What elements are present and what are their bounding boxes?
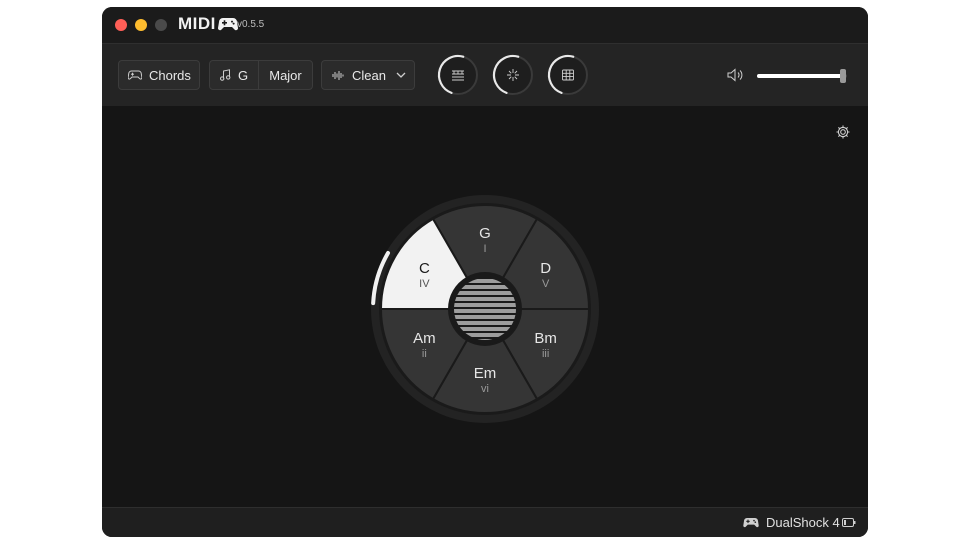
chord-numeral: iii <box>542 348 549 360</box>
knob-grid[interactable] <box>546 53 590 97</box>
scale-button[interactable]: Major <box>259 61 312 89</box>
chord-numeral: I <box>483 243 486 255</box>
gear-icon[interactable] <box>835 124 851 140</box>
maximize-window-button[interactable] <box>155 19 167 31</box>
chord-numeral: V <box>542 278 550 290</box>
waveform-icon <box>332 70 344 80</box>
scale-label: Major <box>269 67 302 83</box>
app-window: MIDI v0.5.5 Chords G Major Clean G I D V… <box>102 7 868 537</box>
app-title: MIDI <box>178 14 238 34</box>
device-name: DualShock 4 <box>766 515 840 530</box>
key-label: G <box>237 67 249 83</box>
key-button[interactable]: G <box>210 61 259 89</box>
mode-button[interactable]: Chords <box>118 60 200 90</box>
mode-label: Chords <box>149 67 191 83</box>
volume-slider-track[interactable] <box>757 74 847 78</box>
close-window-button[interactable] <box>115 19 127 31</box>
chord-name: C <box>419 260 430 277</box>
key-scale-group: G Major <box>209 60 313 90</box>
chevron-down-icon <box>396 72 406 78</box>
toolbar: Chords G Major Clean <box>102 43 868 107</box>
chord-numeral: vi <box>481 383 489 395</box>
gamepad-icon <box>217 18 238 31</box>
volume-slider-fill <box>757 74 843 78</box>
chord-numeral: IV <box>419 278 430 290</box>
sound-label: Clean <box>352 67 386 83</box>
volume-slider-thumb[interactable] <box>839 69 846 83</box>
sound-dropdown[interactable]: Clean <box>321 60 415 90</box>
main-content: G I D V Bm iii Em vi Am ii C IV <box>102 106 868 507</box>
chord-numeral: ii <box>422 348 427 360</box>
status-bar: DualShock 4 <box>102 507 868 537</box>
chord-wheel: GI DV Bmiii Emvi Amii CIV <box>371 195 599 423</box>
speaker-icon[interactable] <box>727 68 745 82</box>
app-name-text: MIDI <box>178 14 216 33</box>
gamepad-icon <box>743 518 759 528</box>
chord-name: Em <box>474 365 497 382</box>
gamepad-icon <box>128 70 142 80</box>
chord-name: D <box>540 260 551 277</box>
battery-icon <box>842 518 856 527</box>
knob-sparkle[interactable] <box>491 53 535 97</box>
chord-name: G <box>479 225 491 242</box>
knob-piano[interactable] <box>436 53 480 97</box>
minimize-window-button[interactable] <box>135 19 147 31</box>
music-note-icon <box>219 69 231 81</box>
title-bar: MIDI v0.5.5 <box>102 7 868 43</box>
app-version: v0.5.5 <box>237 19 265 30</box>
chord-name: Bm <box>534 330 557 347</box>
chord-name: Am <box>413 330 436 347</box>
